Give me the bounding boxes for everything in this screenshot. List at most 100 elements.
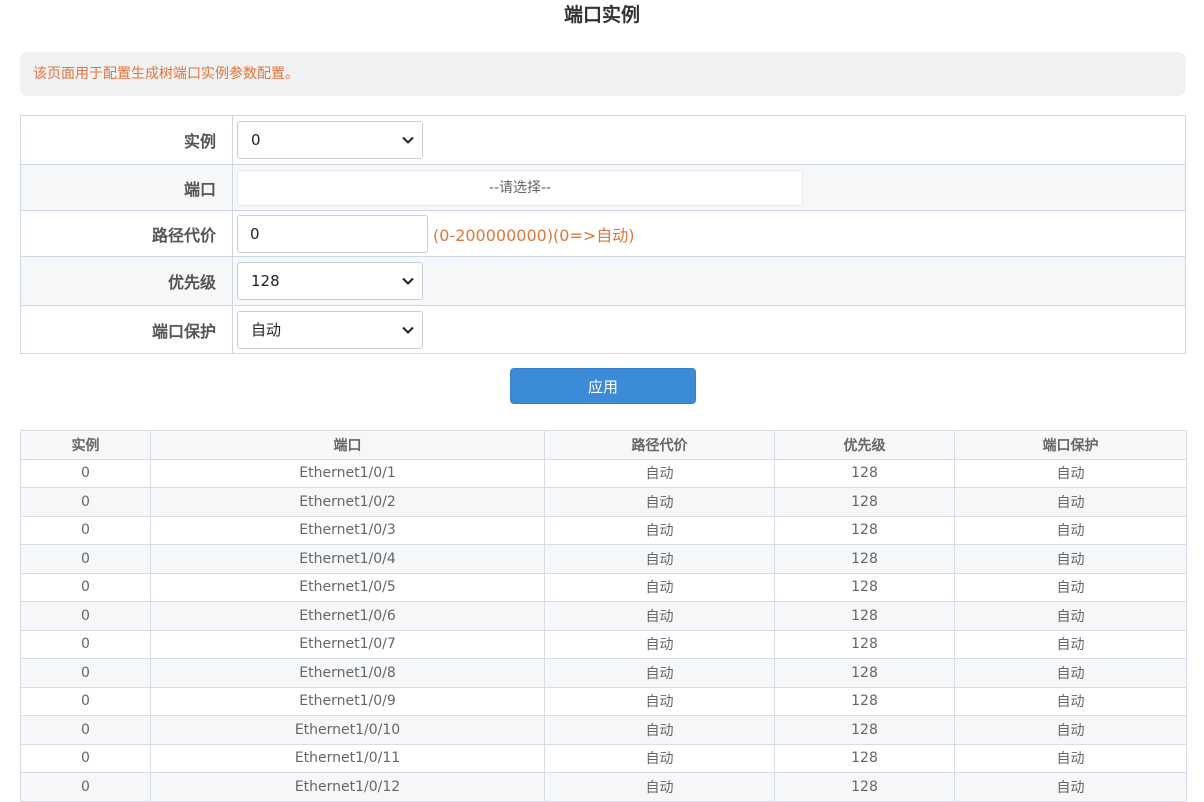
table-row[interactable]: 0 Ethernet1/0/12 自动 128 自动 xyxy=(20,772,1187,802)
cell-port: Ethernet1/0/1 xyxy=(150,458,545,488)
column-header-port[interactable]: 端口 xyxy=(150,430,545,460)
cell-port: Ethernet1/0/4 xyxy=(150,544,545,574)
path-cost-input[interactable]: 0 xyxy=(237,214,428,253)
cell-priority: 128 xyxy=(774,487,955,517)
cell-port: Ethernet1/0/11 xyxy=(150,743,545,773)
column-header-instance[interactable]: 实例 xyxy=(20,430,151,460)
cell-port: Ethernet1/0/2 xyxy=(150,487,545,517)
cell-port-protection: 自动 xyxy=(954,715,1187,745)
cell-priority: 128 xyxy=(774,458,955,488)
info-text: 该页面用于配置生成树端口实例参数配置。 xyxy=(33,66,299,82)
cell-port-protection: 自动 xyxy=(954,601,1187,631)
path-cost-field: 0 (0-200000000)(0=>自动) xyxy=(233,211,1185,256)
cell-port: Ethernet1/0/7 xyxy=(150,629,545,659)
cell-path-cost: 自动 xyxy=(544,487,775,517)
column-header-priority[interactable]: 优先级 xyxy=(774,430,955,460)
cell-port: Ethernet1/0/12 xyxy=(150,772,545,802)
chevron-down-icon xyxy=(402,326,414,334)
cell-port-protection: 自动 xyxy=(954,772,1187,802)
cell-path-cost: 自动 xyxy=(544,743,775,773)
cell-instance: 0 xyxy=(20,629,151,659)
cell-port-protection: 自动 xyxy=(954,658,1187,688)
form-row-path-cost: 路径代价 0 (0-200000000)(0=>自动) xyxy=(21,210,1185,256)
port-protection-select-value: 自动 xyxy=(251,321,282,339)
priority-field: 128 xyxy=(233,257,1185,305)
cell-port: Ethernet1/0/5 xyxy=(150,572,545,602)
cell-port-protection: 自动 xyxy=(954,544,1187,574)
port-protection-label: 端口保护 xyxy=(21,306,233,353)
cell-priority: 128 xyxy=(774,658,955,688)
info-banner: 该页面用于配置生成树端口实例参数配置。 xyxy=(20,52,1186,96)
cell-path-cost: 自动 xyxy=(544,515,775,545)
cell-instance: 0 xyxy=(20,601,151,631)
path-cost-label: 路径代价 xyxy=(21,211,233,256)
cell-path-cost: 自动 xyxy=(544,458,775,488)
cell-port: Ethernet1/0/10 xyxy=(150,715,545,745)
table-header-row: 实例 端口 路径代价 优先级 端口保护 xyxy=(20,430,1187,460)
cell-instance: 0 xyxy=(20,544,151,574)
table-row[interactable]: 0 Ethernet1/0/3 自动 128 自动 xyxy=(20,515,1187,545)
table-row[interactable]: 0 Ethernet1/0/4 自动 128 自动 xyxy=(20,544,1187,574)
cell-port: Ethernet1/0/8 xyxy=(150,658,545,688)
apply-button[interactable]: 应用 xyxy=(510,368,696,404)
table-row[interactable]: 0 Ethernet1/0/5 自动 128 自动 xyxy=(20,572,1187,602)
cell-port: Ethernet1/0/6 xyxy=(150,601,545,631)
instance-select[interactable]: 0 xyxy=(237,121,423,159)
chevron-down-icon xyxy=(402,136,414,144)
cell-path-cost: 自动 xyxy=(544,601,775,631)
cell-path-cost: 自动 xyxy=(544,629,775,659)
port-instance-table: 实例 端口 路径代价 优先级 端口保护 0 Ethernet1/0/1 自动 128 自… xyxy=(20,430,1187,802)
table-row[interactable]: 0 Ethernet1/0/9 自动 128 自动 xyxy=(20,686,1187,716)
cell-instance: 0 xyxy=(20,658,151,688)
cell-path-cost: 自动 xyxy=(544,544,775,574)
page-title: 端口实例 xyxy=(563,4,640,26)
config-form: 实例 0 端口 --请选择-- 路径代价 0 (0-200000000)(0=>… xyxy=(20,115,1186,354)
cell-instance: 0 xyxy=(20,458,151,488)
table-body: 0 Ethernet1/0/1 自动 128 自动 0 Ethernet1/0/2 自动 128… xyxy=(20,458,1187,802)
cell-port: Ethernet1/0/9 xyxy=(150,686,545,716)
priority-select[interactable]: 128 xyxy=(237,262,423,300)
table-row[interactable]: 0 Ethernet1/0/10 自动 128 自动 xyxy=(20,715,1187,745)
cell-priority: 128 xyxy=(774,544,955,574)
port-picker[interactable]: --请选择-- xyxy=(237,169,803,206)
cell-priority: 128 xyxy=(774,715,955,745)
table-row[interactable]: 0 Ethernet1/0/7 自动 128 自动 xyxy=(20,629,1187,659)
cell-port-protection: 自动 xyxy=(954,458,1187,488)
instance-field: 0 xyxy=(233,116,1185,164)
table-row[interactable]: 0 Ethernet1/0/8 自动 128 自动 xyxy=(20,658,1187,688)
cell-instance: 0 xyxy=(20,487,151,517)
cell-priority: 128 xyxy=(774,743,955,773)
instance-label: 实例 xyxy=(21,116,233,164)
cell-path-cost: 自动 xyxy=(544,772,775,802)
cell-port: Ethernet1/0/3 xyxy=(150,515,545,545)
cell-port-protection: 自动 xyxy=(954,743,1187,773)
table-row[interactable]: 0 Ethernet1/0/11 自动 128 自动 xyxy=(20,743,1187,773)
form-row-port-protection: 端口保护 自动 xyxy=(21,305,1185,353)
cell-instance: 0 xyxy=(20,715,151,745)
form-row-priority: 优先级 128 xyxy=(21,256,1185,305)
cell-priority: 128 xyxy=(774,572,955,602)
column-header-path-cost[interactable]: 路径代价 xyxy=(544,430,775,460)
cell-priority: 128 xyxy=(774,772,955,802)
cell-path-cost: 自动 xyxy=(544,715,775,745)
table-row[interactable]: 0 Ethernet1/0/1 自动 128 自动 xyxy=(20,458,1187,488)
instance-select-value: 0 xyxy=(251,131,261,149)
page: 端口实例 该页面用于配置生成树端口实例参数配置。 实例 0 端口 --请选择--… xyxy=(0,0,1204,802)
cell-priority: 128 xyxy=(774,601,955,631)
cell-instance: 0 xyxy=(20,743,151,773)
table-row[interactable]: 0 Ethernet1/0/6 自动 128 自动 xyxy=(20,601,1187,631)
port-protection-select[interactable]: 自动 xyxy=(237,310,423,349)
path-cost-hint: (0-200000000)(0=>自动) xyxy=(433,225,635,245)
cell-port-protection: 自动 xyxy=(954,629,1187,659)
port-field: --请选择-- xyxy=(233,165,1185,210)
cell-path-cost: 自动 xyxy=(544,658,775,688)
cell-port-protection: 自动 xyxy=(954,686,1187,716)
port-label: 端口 xyxy=(21,165,233,210)
cell-priority: 128 xyxy=(774,629,955,659)
priority-select-value: 128 xyxy=(251,272,280,290)
cell-port-protection: 自动 xyxy=(954,515,1187,545)
cell-path-cost: 自动 xyxy=(544,572,775,602)
column-header-port-protection[interactable]: 端口保护 xyxy=(954,430,1187,460)
table-row[interactable]: 0 Ethernet1/0/2 自动 128 自动 xyxy=(20,487,1187,517)
cell-priority: 128 xyxy=(774,686,955,716)
